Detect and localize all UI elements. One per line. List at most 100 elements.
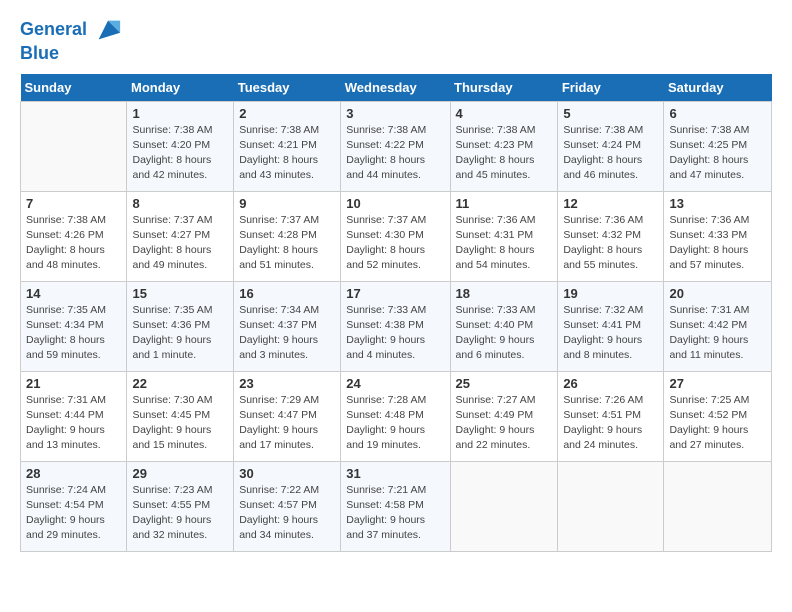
calendar-cell: 31 Sunrise: 7:21 AMSunset: 4:58 PMDayligh… [341, 461, 450, 551]
day-info: Sunrise: 7:36 AMSunset: 4:32 PMDaylight:… [563, 213, 658, 274]
day-info: Sunrise: 7:38 AMSunset: 4:23 PMDaylight:… [456, 123, 553, 184]
day-number: 7 [26, 196, 121, 211]
header-tuesday: Tuesday [234, 74, 341, 102]
calendar-cell: 27Sunrise: 7:25 AMSunset: 4:52 PMDayligh… [664, 371, 772, 461]
calendar-cell: 3Sunrise: 7:38 AMSunset: 4:22 PMDaylight… [341, 101, 450, 191]
day-number: 1 [132, 106, 228, 121]
day-number: 25 [456, 376, 553, 391]
day-info: Sunrise: 7:30 AMSunset: 4:45 PMDaylight:… [132, 393, 228, 454]
header-thursday: Thursday [450, 74, 558, 102]
day-info: Sunrise: 7:37 AMSunset: 4:30 PMDaylight:… [346, 213, 444, 274]
calendar-cell [21, 101, 127, 191]
day-info: Sunrise: 7:25 AMSunset: 4:52 PMDaylight:… [669, 393, 766, 454]
day-info: Sunrise: 7:26 AMSunset: 4:51 PMDaylight:… [563, 393, 658, 454]
calendar-week-2: 7 Sunrise: 7:38 AMSunset: 4:26 PMDaylight… [21, 191, 772, 281]
calendar-cell: 14Sunrise: 7:35 AMSunset: 4:34 PMDayligh… [21, 281, 127, 371]
calendar-cell: 6 Sunrise: 7:38 AMSunset: 4:25 PMDaylight… [664, 101, 772, 191]
day-info: Sunrise: 7:23 AMSunset: 4:55 PMDaylight:… [132, 483, 228, 544]
day-number: 17 [346, 286, 444, 301]
day-info: Sunrise: 7:38 AMSunset: 4:22 PMDaylight:… [346, 123, 444, 184]
calendar-week-5: 28 Sunrise: 7:24 AMSunset: 4:54 PMDayligh… [21, 461, 772, 551]
logo: General Blue [20, 16, 122, 64]
day-number: 13 [669, 196, 766, 211]
day-info: Sunrise: 7:21 AMSunset: 4:58 PMDaylight:… [346, 483, 444, 544]
calendar-cell: 4Sunrise: 7:38 AMSunset: 4:23 PMDaylight… [450, 101, 558, 191]
day-number: 20 [669, 286, 766, 301]
day-number: 28 [26, 466, 121, 481]
day-info: Sunrise: 7:22 AMSunset: 4:57 PMDaylight:… [239, 483, 335, 544]
day-number: 19 [563, 286, 658, 301]
calendar-cell: 22 Sunrise: 7:30 AMSunset: 4:45 PMDayligh… [127, 371, 234, 461]
day-number: 2 [239, 106, 335, 121]
header-monday: Monday [127, 74, 234, 102]
logo-text: General [20, 16, 122, 44]
calendar-week-3: 14Sunrise: 7:35 AMSunset: 4:34 PMDayligh… [21, 281, 772, 371]
header-sunday: Sunday [21, 74, 127, 102]
day-number: 14 [26, 286, 121, 301]
day-number: 11 [456, 196, 553, 211]
day-number: 12 [563, 196, 658, 211]
calendar-cell: 16 Sunrise: 7:34 AMSunset: 4:37 PMDayligh… [234, 281, 341, 371]
day-info: Sunrise: 7:35 AMSunset: 4:36 PMDaylight:… [132, 303, 228, 364]
calendar-cell: 30 Sunrise: 7:22 AMSunset: 4:57 PMDayligh… [234, 461, 341, 551]
calendar-cell: 15 Sunrise: 7:35 AMSunset: 4:36 PMDayligh… [127, 281, 234, 371]
calendar-week-4: 21 Sunrise: 7:31 AMSunset: 4:44 PMDayligh… [21, 371, 772, 461]
day-info: Sunrise: 7:31 AMSunset: 4:44 PMDaylight:… [26, 393, 121, 454]
day-info: Sunrise: 7:38 AMSunset: 4:20 PMDaylight:… [132, 123, 228, 184]
day-info: Sunrise: 7:31 AMSunset: 4:42 PMDaylight:… [669, 303, 766, 364]
day-number: 21 [26, 376, 121, 391]
day-number: 5 [563, 106, 658, 121]
day-info: Sunrise: 7:27 AMSunset: 4:49 PMDaylight:… [456, 393, 553, 454]
calendar-cell [664, 461, 772, 551]
calendar-cell: 17 Sunrise: 7:33 AMSunset: 4:38 PMDayligh… [341, 281, 450, 371]
calendar-cell [558, 461, 664, 551]
calendar-cell: 25 Sunrise: 7:27 AMSunset: 4:49 PMDayligh… [450, 371, 558, 461]
calendar-cell: 23Sunrise: 7:29 AMSunset: 4:47 PMDayligh… [234, 371, 341, 461]
calendar-cell: 13Sunrise: 7:36 AMSunset: 4:33 PMDayligh… [664, 191, 772, 281]
day-number: 30 [239, 466, 335, 481]
header-saturday: Saturday [664, 74, 772, 102]
calendar-cell: 10Sunrise: 7:37 AMSunset: 4:30 PMDayligh… [341, 191, 450, 281]
calendar-cell: 1 Sunrise: 7:38 AMSunset: 4:20 PMDaylight… [127, 101, 234, 191]
day-info: Sunrise: 7:33 AMSunset: 4:38 PMDaylight:… [346, 303, 444, 364]
calendar-cell: 18Sunrise: 7:33 AMSunset: 4:40 PMDayligh… [450, 281, 558, 371]
calendar-cell: 8 Sunrise: 7:37 AMSunset: 4:27 PMDaylight… [127, 191, 234, 281]
calendar-cell: 2Sunrise: 7:38 AMSunset: 4:21 PMDaylight… [234, 101, 341, 191]
day-number: 31 [346, 466, 444, 481]
day-info: Sunrise: 7:37 AMSunset: 4:28 PMDaylight:… [239, 213, 335, 274]
calendar-table: SundayMondayTuesdayWednesdayThursdayFrid… [20, 74, 772, 552]
calendar-cell: 9 Sunrise: 7:37 AMSunset: 4:28 PMDaylight… [234, 191, 341, 281]
calendar-cell: 29 Sunrise: 7:23 AMSunset: 4:55 PMDayligh… [127, 461, 234, 551]
calendar-cell: 20 Sunrise: 7:31 AMSunset: 4:42 PMDayligh… [664, 281, 772, 371]
day-info: Sunrise: 7:38 AMSunset: 4:24 PMDaylight:… [563, 123, 658, 184]
day-number: 23 [239, 376, 335, 391]
page-header: General Blue [20, 16, 772, 64]
day-number: 8 [132, 196, 228, 211]
day-info: Sunrise: 7:37 AMSunset: 4:27 PMDaylight:… [132, 213, 228, 274]
header-friday: Friday [558, 74, 664, 102]
calendar-header-row: SundayMondayTuesdayWednesdayThursdayFrid… [21, 74, 772, 102]
day-number: 6 [669, 106, 766, 121]
day-number: 22 [132, 376, 228, 391]
day-number: 29 [132, 466, 228, 481]
day-info: Sunrise: 7:34 AMSunset: 4:37 PMDaylight:… [239, 303, 335, 364]
day-info: Sunrise: 7:24 AMSunset: 4:54 PMDaylight:… [26, 483, 121, 544]
day-number: 16 [239, 286, 335, 301]
logo-blue-text: Blue [20, 44, 122, 64]
calendar-cell: 21 Sunrise: 7:31 AMSunset: 4:44 PMDayligh… [21, 371, 127, 461]
day-info: Sunrise: 7:38 AMSunset: 4:26 PMDaylight:… [26, 213, 121, 274]
day-number: 15 [132, 286, 228, 301]
header-wednesday: Wednesday [341, 74, 450, 102]
calendar-cell: 11 Sunrise: 7:36 AMSunset: 4:31 PMDayligh… [450, 191, 558, 281]
day-number: 9 [239, 196, 335, 211]
calendar-cell: 26Sunrise: 7:26 AMSunset: 4:51 PMDayligh… [558, 371, 664, 461]
day-info: Sunrise: 7:38 AMSunset: 4:25 PMDaylight:… [669, 123, 766, 184]
day-info: Sunrise: 7:32 AMSunset: 4:41 PMDaylight:… [563, 303, 658, 364]
day-number: 24 [346, 376, 444, 391]
day-info: Sunrise: 7:33 AMSunset: 4:40 PMDaylight:… [456, 303, 553, 364]
day-info: Sunrise: 7:36 AMSunset: 4:31 PMDaylight:… [456, 213, 553, 274]
day-info: Sunrise: 7:28 AMSunset: 4:48 PMDaylight:… [346, 393, 444, 454]
calendar-cell: 7 Sunrise: 7:38 AMSunset: 4:26 PMDaylight… [21, 191, 127, 281]
calendar-cell: 5 Sunrise: 7:38 AMSunset: 4:24 PMDaylight… [558, 101, 664, 191]
calendar-cell: 19 Sunrise: 7:32 AMSunset: 4:41 PMDayligh… [558, 281, 664, 371]
